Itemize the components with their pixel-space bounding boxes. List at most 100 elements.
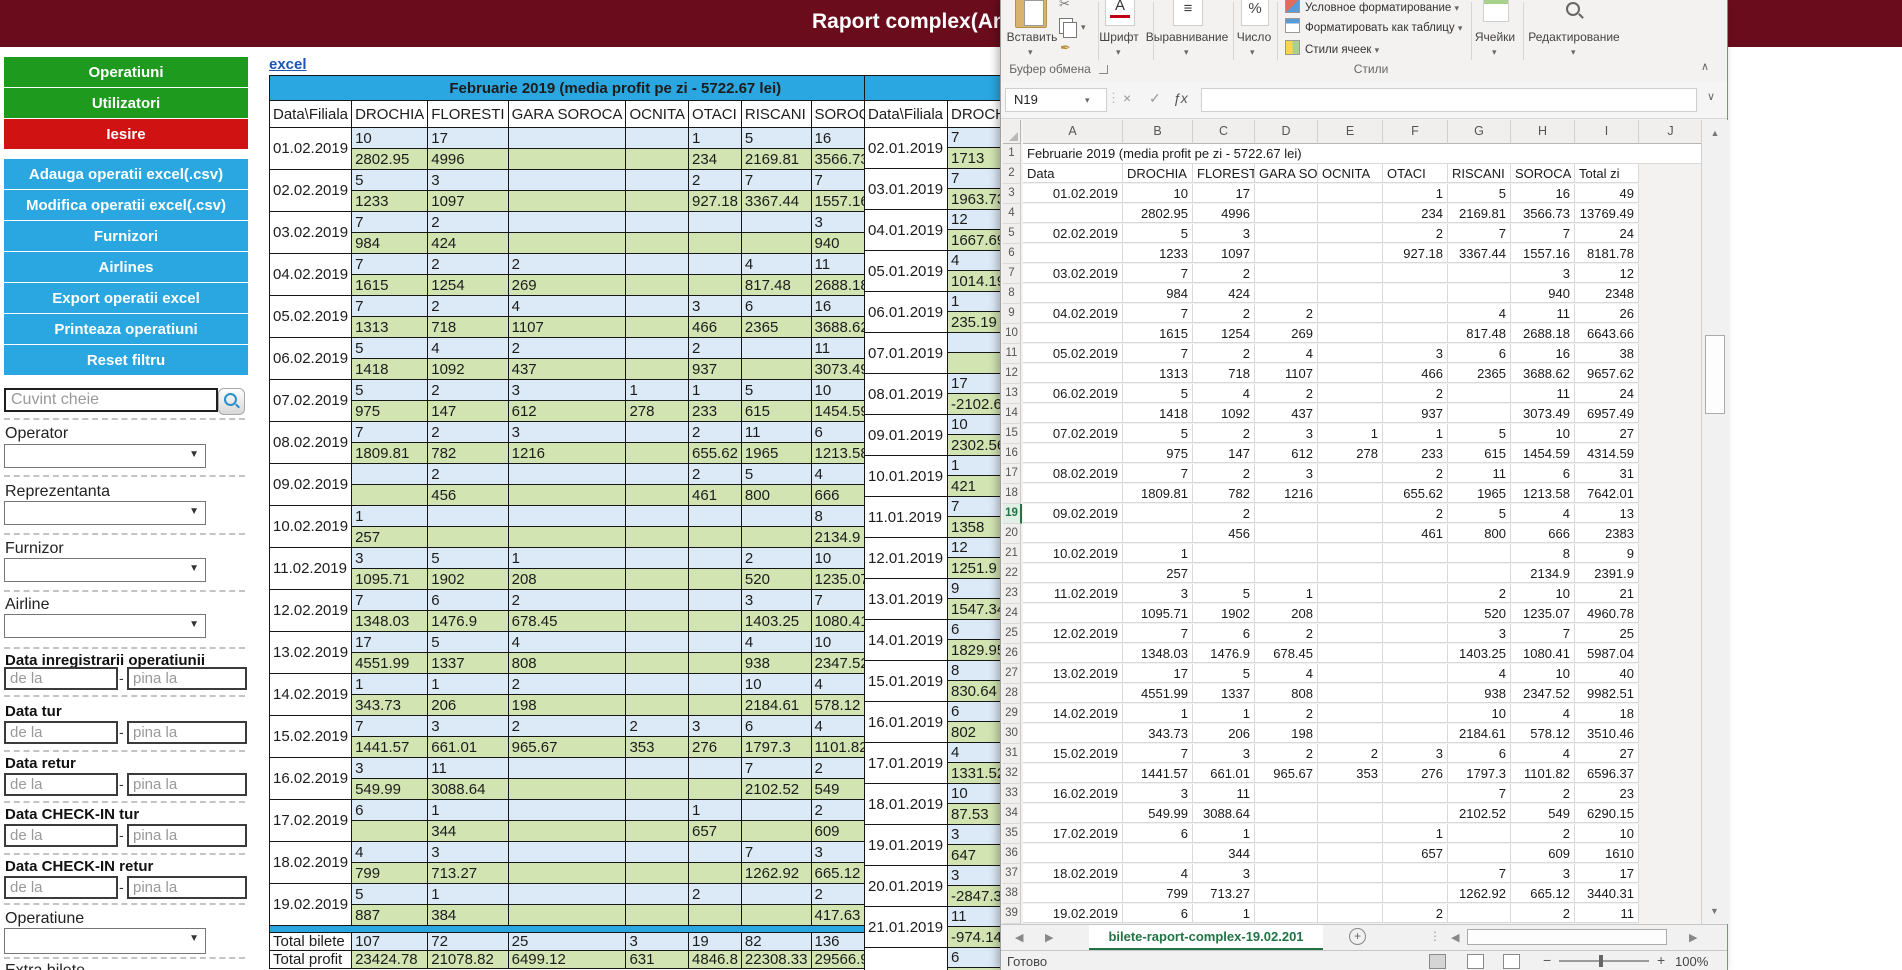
row-header-30[interactable]: 30 xyxy=(1003,724,1021,744)
grid-cell-D9[interactable]: 2 xyxy=(1255,304,1318,323)
grid-cell-F14[interactable]: 937 xyxy=(1383,404,1448,423)
grid-cell-B26[interactable]: 1348.03 xyxy=(1123,644,1193,663)
data-checkin-tur-from-input[interactable] xyxy=(4,824,118,847)
grid-cell-A19[interactable]: 09.02.2019 xyxy=(1023,504,1123,523)
grid-cell-C21[interactable] xyxy=(1193,544,1255,563)
sheet-tab[interactable]: bilete-raport-complex-19.02.201 xyxy=(1089,925,1323,951)
grid-cell-A6[interactable] xyxy=(1023,244,1123,263)
grid-cell-A4[interactable] xyxy=(1023,204,1123,223)
grid-cell-G9[interactable]: 4 xyxy=(1448,304,1511,323)
grid-cell-C5[interactable]: 3 xyxy=(1193,224,1255,243)
grid-cell-H14[interactable]: 3073.49 xyxy=(1511,404,1575,423)
grid-cell-B8[interactable]: 984 xyxy=(1123,284,1193,303)
grid-cell-I29[interactable]: 18 xyxy=(1575,704,1639,723)
grid-cell-D39[interactable] xyxy=(1255,904,1318,923)
grid-cell-C11[interactable]: 2 xyxy=(1193,344,1255,363)
grid-cell-I5[interactable]: 24 xyxy=(1575,224,1639,243)
data-retur-from-input[interactable] xyxy=(4,773,118,796)
grid-cell-I28[interactable]: 9982.51 xyxy=(1575,684,1639,703)
column-header-J[interactable]: J xyxy=(1639,120,1703,144)
grid-cell-G21[interactable] xyxy=(1448,544,1511,563)
grid-cell-A35[interactable]: 17.02.2019 xyxy=(1023,824,1123,843)
grid-cell-F31[interactable]: 3 xyxy=(1383,744,1448,763)
zoom-out-icon[interactable]: − xyxy=(1543,952,1551,968)
grid-cell-D11[interactable]: 4 xyxy=(1255,344,1318,363)
grid-cell-I24[interactable]: 4960.78 xyxy=(1575,604,1639,623)
row-header-1[interactable]: 1 xyxy=(1003,144,1021,164)
grid-cell-E36[interactable] xyxy=(1318,844,1383,863)
grid-cell-D21[interactable] xyxy=(1255,544,1318,563)
copy-dropdown-chevron[interactable]: ▾ xyxy=(1081,22,1086,33)
select-all-corner[interactable] xyxy=(1003,120,1021,144)
grid-cell-I13[interactable]: 24 xyxy=(1575,384,1639,403)
grid-cell-G8[interactable] xyxy=(1448,284,1511,303)
grid-cell-G27[interactable]: 4 xyxy=(1448,664,1511,683)
column-header-F[interactable]: F xyxy=(1383,120,1448,144)
grid-cell-H10[interactable]: 2688.18 xyxy=(1511,324,1575,343)
grid-cell-D3[interactable] xyxy=(1255,184,1318,203)
operatiune-select[interactable]: ▼ xyxy=(4,928,206,954)
grid-cell-B4[interactable]: 2802.95 xyxy=(1123,204,1193,223)
grid-cell-C7[interactable]: 2 xyxy=(1193,264,1255,283)
collapse-ribbon-icon[interactable]: ∧ xyxy=(1701,60,1709,73)
nav-iesire[interactable]: Iesire xyxy=(4,119,248,149)
grid-cell-D18[interactable]: 1216 xyxy=(1255,484,1318,503)
grid-cell-H5[interactable]: 7 xyxy=(1511,224,1575,243)
grid-cell-E35[interactable] xyxy=(1318,824,1383,843)
grid-cell-E26[interactable] xyxy=(1318,644,1383,663)
grid-cell-D35[interactable] xyxy=(1255,824,1318,843)
grid-cell-F4[interactable]: 234 xyxy=(1383,204,1448,223)
grid-cell-B25[interactable]: 7 xyxy=(1123,624,1193,643)
name-box[interactable]: N19 xyxy=(1005,88,1107,112)
zoom-slider-thumb[interactable] xyxy=(1599,955,1603,967)
grid-cell-D16[interactable]: 612 xyxy=(1255,444,1318,463)
grid-cell-B36[interactable] xyxy=(1123,844,1193,863)
grid-cell-E10[interactable] xyxy=(1318,324,1383,343)
grid-cell-E3[interactable] xyxy=(1318,184,1383,203)
grid-cell-I23[interactable]: 21 xyxy=(1575,584,1639,603)
nav-furnizori[interactable]: Furnizori xyxy=(4,221,248,251)
grid-cell-A21[interactable]: 10.02.2019 xyxy=(1023,544,1123,563)
grid-cell-E38[interactable] xyxy=(1318,884,1383,903)
grid-cell-E13[interactable] xyxy=(1318,384,1383,403)
grid-cell-B30[interactable]: 343.73 xyxy=(1123,724,1193,743)
grid-cell-F23[interactable] xyxy=(1383,584,1448,603)
grid-cell-E34[interactable] xyxy=(1318,804,1383,823)
row-header-22[interactable]: 22 xyxy=(1003,564,1021,584)
grid-cell-A17[interactable]: 08.02.2019 xyxy=(1023,464,1123,483)
row-header-4[interactable]: 4 xyxy=(1003,204,1021,224)
grid-cell-C38[interactable]: 713.27 xyxy=(1193,884,1255,903)
column-header-I[interactable]: I xyxy=(1575,120,1639,144)
grid-cell-D10[interactable]: 269 xyxy=(1255,324,1318,343)
grid-cell-B39[interactable]: 6 xyxy=(1123,904,1193,923)
grid-cell-B3[interactable]: 10 xyxy=(1123,184,1193,203)
grid-cell-I9[interactable]: 26 xyxy=(1575,304,1639,323)
grid-cell-B11[interactable]: 7 xyxy=(1123,344,1193,363)
grid-cell-G11[interactable]: 6 xyxy=(1448,344,1511,363)
name-box-chevron[interactable]: ▾ xyxy=(1085,95,1090,106)
grid-cell-D8[interactable] xyxy=(1255,284,1318,303)
cut-icon[interactable]: ✂ xyxy=(1059,0,1070,12)
nav-airlines[interactable]: Airlines xyxy=(4,252,248,282)
grid-cell-E31[interactable]: 2 xyxy=(1318,744,1383,763)
grid-cell-G37[interactable]: 7 xyxy=(1448,864,1511,883)
grid-cell-B31[interactable]: 7 xyxy=(1123,744,1193,763)
data-tur-from-input[interactable] xyxy=(4,721,118,744)
grid-cell-A20[interactable] xyxy=(1023,524,1123,543)
grid-cell-C25[interactable]: 6 xyxy=(1193,624,1255,643)
grid-cell-E18[interactable] xyxy=(1318,484,1383,503)
grid-cell-H6[interactable]: 1557.16 xyxy=(1511,244,1575,263)
grid-cell-F32[interactable]: 276 xyxy=(1383,764,1448,783)
grid-cell-H17[interactable]: 6 xyxy=(1511,464,1575,483)
grid-cell-I26[interactable]: 5987.04 xyxy=(1575,644,1639,663)
grid-cell-A31[interactable]: 15.02.2019 xyxy=(1023,744,1123,763)
grid-cell-E24[interactable] xyxy=(1318,604,1383,623)
grid-cell-A14[interactable] xyxy=(1023,404,1123,423)
zoom-slider-track[interactable] xyxy=(1559,960,1649,962)
grid-cell-G35[interactable] xyxy=(1448,824,1511,843)
grid-cell-F26[interactable] xyxy=(1383,644,1448,663)
grid-cell-I35[interactable]: 10 xyxy=(1575,824,1639,843)
grid-cell-C34[interactable]: 3088.64 xyxy=(1193,804,1255,823)
grid-cell-E30[interactable] xyxy=(1318,724,1383,743)
grid-cell-E19[interactable] xyxy=(1318,504,1383,523)
